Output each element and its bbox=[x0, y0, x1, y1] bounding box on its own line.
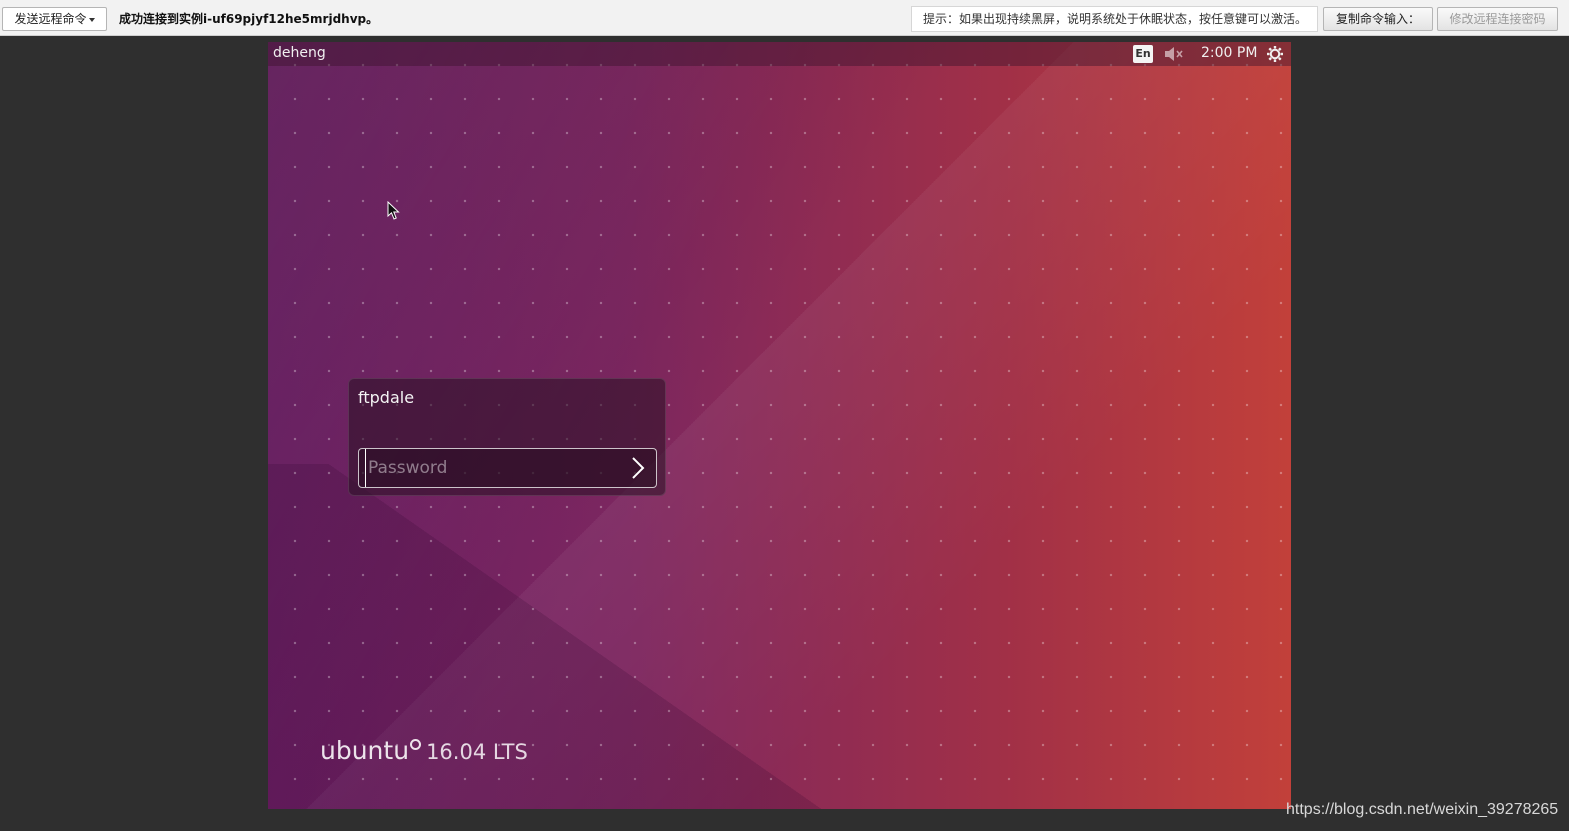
send-remote-command-label: 发送远程命令 bbox=[14, 12, 87, 26]
connection-status-text: 成功连接到实例i-uf69pjyf12he5mrjdhvp。 bbox=[119, 12, 379, 26]
clock-label[interactable]: 2:00 PM bbox=[1201, 45, 1257, 61]
keyboard-language-indicator[interactable]: En bbox=[1133, 45, 1153, 63]
black-screen-hint: 提示：如果出现持续黑屏，说明系统处于休眠状态，按任意键可以激活。 bbox=[911, 6, 1318, 32]
mouse-cursor-icon bbox=[387, 201, 400, 220]
password-input[interactable] bbox=[365, 449, 617, 487]
copy-command-input-button[interactable]: 复制命令输入： bbox=[1323, 7, 1433, 31]
username-label[interactable]: ftpdale bbox=[358, 388, 414, 407]
circle-of-friends-icon bbox=[410, 739, 422, 750]
login-box: ftpdale bbox=[348, 378, 666, 496]
ubuntu-logo-text: ubuntu bbox=[320, 736, 410, 765]
remote-desktop-screen[interactable]: deheng En 2:00 PM ftpdale ubuntu 16.04 L… bbox=[268, 42, 1291, 809]
hostname-label: deheng bbox=[273, 45, 326, 61]
password-field[interactable] bbox=[358, 448, 657, 488]
dropdown-caret-icon bbox=[88, 17, 95, 22]
gear-power-icon[interactable] bbox=[1266, 45, 1284, 63]
greeter-top-panel: deheng En 2:00 PM bbox=[268, 42, 1291, 66]
send-remote-command-button[interactable]: 发送远程命令 bbox=[2, 7, 107, 31]
volume-muted-icon[interactable] bbox=[1164, 46, 1184, 62]
console-toolbar: 发送远程命令 成功连接到实例i-uf69pjyf12he5mrjdhvp。 提示… bbox=[0, 0, 1569, 36]
change-remote-password-button[interactable]: 修改远程连接密码 bbox=[1437, 7, 1558, 31]
ubuntu-branding: ubuntu 16.04 LTS bbox=[320, 736, 528, 765]
blog-watermark: https://blog.csdn.net/weixin_39278265 bbox=[1286, 801, 1559, 818]
ubuntu-version: 16.04 LTS bbox=[426, 740, 528, 764]
chevron-right-icon[interactable] bbox=[624, 455, 650, 481]
